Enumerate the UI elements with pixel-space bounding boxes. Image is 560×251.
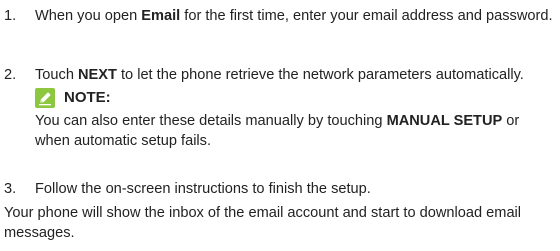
- step-number: 1.: [4, 8, 17, 24]
- step-text-part: to let the phone retrieve the network pa…: [116, 67, 524, 83]
- note-pencil-icon: [35, 88, 55, 108]
- step-1: 1. When you open Email for the first tim…: [4, 6, 556, 26]
- step-number: 2.: [4, 67, 17, 83]
- step-text: Follow the on-screen instructions to fin…: [35, 181, 371, 197]
- result-paragraph: Your phone will show the inbox of the em…: [4, 205, 522, 241]
- step-text-part: When you open: [35, 8, 142, 24]
- next-button-reference: NEXT: [78, 67, 117, 83]
- email-app-name: Email: [141, 8, 181, 24]
- note-header: NOTE:: [35, 87, 555, 109]
- step-text: Touch NEXT to let the phone retrieve the…: [35, 65, 556, 85]
- step-3: 3. Follow the on-screen instructions to …: [4, 179, 556, 199]
- step-text: When you open Email for the first time, …: [35, 6, 556, 26]
- note-body: You can also enter these details manuall…: [35, 111, 555, 151]
- note-text-part: You can also enter these details manuall…: [35, 113, 387, 129]
- step-text-part: for the first time, enter your email add…: [180, 8, 553, 24]
- note-title: NOTE:: [64, 89, 111, 106]
- step-2: 2. Touch NEXT to let the phone retrieve …: [4, 65, 556, 85]
- note-box: NOTE: You can also enter these details m…: [35, 87, 555, 151]
- step-text-part: Touch: [35, 67, 78, 83]
- manual-setup-reference: MANUAL SETUP: [386, 113, 503, 129]
- step-number: 3.: [4, 181, 17, 197]
